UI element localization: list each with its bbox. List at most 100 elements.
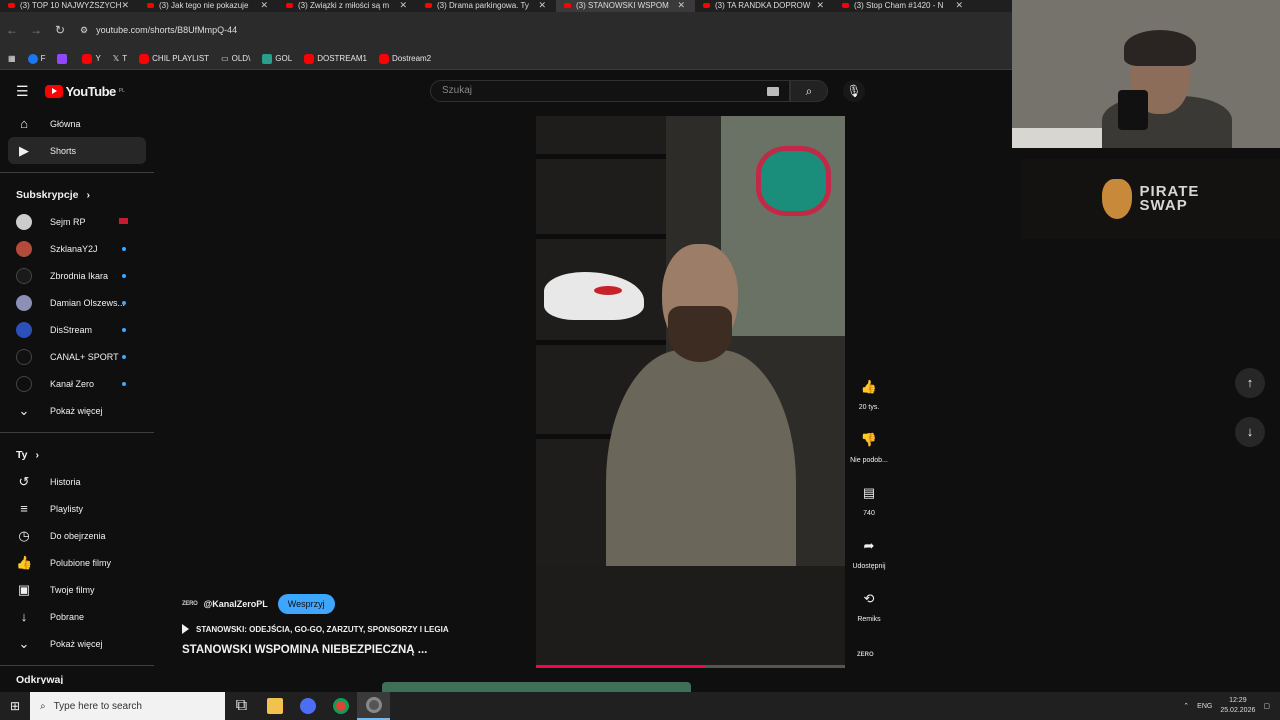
short-title[interactable]: STANOWSKI WSPOMINA NIEBEZPIECZNĄ ... — [182, 644, 512, 656]
menu-icon[interactable]: ☰ — [16, 83, 29, 100]
short-video-player[interactable] — [536, 116, 845, 668]
avatar — [16, 240, 32, 257]
search-input[interactable]: Szukaj — [430, 80, 790, 102]
show-more-label: Pokaż więcej — [50, 638, 103, 649]
gol-icon — [262, 53, 273, 64]
url-field[interactable]: ⚙ youtube.com/shorts/B8UfMmpQ-44 — [80, 25, 237, 36]
dislike-button[interactable]: 👎 Nie podob... — [844, 425, 894, 478]
like-button[interactable]: 👍 20 tys. — [844, 372, 894, 425]
video-progress-bar[interactable] — [536, 665, 845, 668]
sound-link[interactable]: STANOWSKI: ODEJŚCIA, GO-GO, ZARZUTY, SPO… — [182, 624, 512, 634]
close-tab-icon[interactable]: ✕ — [538, 0, 546, 11]
sidebar-item-watch-later[interactable]: ◷ Do obejrzenia — [8, 522, 146, 549]
show-more-subscriptions[interactable]: ⌄ Pokaż więcej — [8, 397, 146, 424]
site-info-icon[interactable]: ⚙ — [80, 25, 88, 36]
subscription-item[interactable]: CANAL+ SPORT — [8, 343, 146, 370]
close-tab-icon[interactable]: ✕ — [955, 0, 963, 11]
apps-icon[interactable]: ▦ — [8, 54, 16, 63]
app-icon[interactable] — [291, 692, 324, 720]
action-bar: 👍 20 tys. 👎 Nie podob... ▤ 740 ➦ Udostępnij … — [844, 372, 894, 637]
voice-search-button[interactable]: 🎙 — [843, 80, 865, 102]
taskbar-search[interactable]: ⌕ Type here to search — [30, 692, 225, 720]
back-icon[interactable]: ← — [0, 23, 24, 37]
bookmark-folder-old[interactable]: ▭ OLD\ — [221, 54, 250, 63]
subscription-item[interactable]: Sejm RP — [8, 208, 146, 235]
show-more-you[interactable]: ⌄ Pokaż więcej — [8, 630, 146, 657]
heart-glasses — [756, 146, 831, 216]
browser-tab[interactable]: (3) TA RANDKA DOPROW ✕ — [695, 0, 834, 12]
subscription-item[interactable]: Zbrodnia Ikara — [8, 262, 146, 289]
home-icon: ⌂ — [20, 116, 28, 131]
subscription-item[interactable]: DisStream — [8, 316, 146, 343]
channel-logo[interactable]: ZERO — [182, 601, 198, 607]
remix-button[interactable]: ⟲ Remiks — [844, 584, 894, 637]
search-button[interactable]: ⌕ — [790, 80, 828, 102]
sidebar-item-home[interactable]: ⌂ Główna — [8, 110, 146, 137]
close-tab-icon[interactable]: ✕ — [399, 0, 407, 11]
browser-tab[interactable]: (3) Drama parkingowa. Ty ✕ — [417, 0, 556, 12]
subscriptions-header[interactable]: Subskrypcje › — [0, 181, 154, 208]
chrome-icon[interactable] — [324, 692, 357, 720]
browser-tab[interactable]: (3) TOP 10 NAJWYŻSZYCH ✕ — [0, 0, 139, 12]
comments-button[interactable]: ▤ 740 — [844, 478, 894, 531]
task-view-icon[interactable]: ⧉ — [225, 692, 258, 720]
close-tab-icon[interactable]: ✕ — [816, 0, 824, 11]
youtube-favicon-icon — [703, 3, 710, 9]
close-tab-icon[interactable]: ✕ — [677, 0, 685, 11]
sidebar-item-label: Twoje filmy — [50, 584, 95, 595]
subscription-label: Zbrodnia Ikara — [50, 270, 109, 281]
reload-icon[interactable]: ↻ — [48, 23, 72, 37]
tray-chevron-icon[interactable]: ⌃ — [1183, 702, 1189, 710]
browser-tab[interactable]: (3) Jak tego nie pokazuje ✕ — [139, 0, 278, 12]
close-tab-icon[interactable]: ✕ — [121, 0, 129, 11]
sidebar-item-shorts[interactable]: ▶ Shorts — [8, 137, 146, 164]
browser-tab-active[interactable]: (3) STANOWSKI WSPOM ✕ — [556, 0, 695, 12]
sidebar-item-playlists[interactable]: ≡ Playlisty — [8, 495, 146, 522]
sidebar-item-label: Historia — [50, 476, 81, 487]
subscription-item[interactable]: Damian Olszews... — [8, 289, 146, 316]
keyboard-icon[interactable] — [767, 87, 779, 96]
browser-tab[interactable]: (3) Stop Cham #1420 - N ✕ — [834, 0, 973, 12]
previous-short-button[interactable]: ↑ — [1235, 368, 1265, 398]
support-button[interactable]: Wesprzyj — [277, 594, 335, 614]
forward-icon[interactable]: → — [24, 23, 48, 37]
you-header[interactable]: Ty › — [0, 441, 154, 468]
sidebar-item-downloads[interactable]: ↓ Pobrane — [8, 603, 146, 630]
sidebar-item-your-videos[interactable]: ▣ Twoje filmy — [8, 576, 146, 603]
bookmark-gol[interactable]: GOL — [262, 53, 292, 64]
chevron-right-icon: › — [35, 448, 39, 461]
notification-icon[interactable]: ▢ — [1263, 702, 1270, 710]
logo-text: YouTube — [65, 83, 117, 99]
header-label: Subskrypcje — [16, 188, 79, 201]
sidebar-item-history[interactable]: ↺ Historia — [8, 468, 146, 495]
bookmark-dostream1[interactable]: DOSTREAM1 — [304, 53, 367, 64]
chrome-active-icon[interactable] — [357, 692, 390, 720]
subscription-item[interactable]: SzklanaY2J — [8, 235, 146, 262]
subscription-item[interactable]: Kanał Zero — [8, 370, 146, 397]
channel-handle[interactable]: @KanalZeroPL — [203, 599, 267, 609]
bookmark-chil-playlist[interactable]: CHIL PLAYLIST — [139, 53, 209, 64]
windows-start-icon[interactable]: ⊞ — [0, 699, 30, 713]
close-tab-icon[interactable]: ✕ — [260, 0, 268, 11]
youtube-favicon-icon — [286, 3, 293, 9]
next-short-button[interactable]: ↓ — [1235, 417, 1265, 447]
bookmark-youtube[interactable]: Y — [82, 53, 101, 64]
file-explorer-icon[interactable] — [258, 692, 291, 720]
channel-logo-small[interactable]: ZERO — [857, 652, 874, 658]
bookmark-dostream2[interactable]: Dostream2 — [379, 53, 431, 64]
language-indicator[interactable]: ENG — [1197, 703, 1212, 710]
sidebar-item-liked[interactable]: 👍 Polubione filmy — [8, 549, 146, 576]
youtube-logo[interactable]: YouTube PL — [44, 83, 125, 99]
bookmark-x[interactable]: 𝕏T — [113, 54, 127, 63]
bookmark-twitch[interactable] — [57, 53, 70, 64]
browser-tab[interactable]: (3) Związki z miłości są m ✕ — [278, 0, 417, 12]
explore-header[interactable]: Odkrywaj — [0, 674, 154, 684]
tab-label: (3) TOP 10 NAJWYŻSZYCH — [20, 1, 122, 10]
clock[interactable]: 12:29 25.02.2026 — [1220, 696, 1255, 716]
webcam-overlay — [1012, 0, 1280, 148]
playlist-icon: ≡ — [20, 501, 28, 516]
bookmark-facebook[interactable]: F — [27, 53, 45, 64]
share-button[interactable]: ➦ Udostępnij — [844, 531, 894, 584]
tab-label: (3) Związki z miłości są m — [298, 1, 390, 10]
subscription-label: Kanał Zero — [50, 378, 95, 389]
